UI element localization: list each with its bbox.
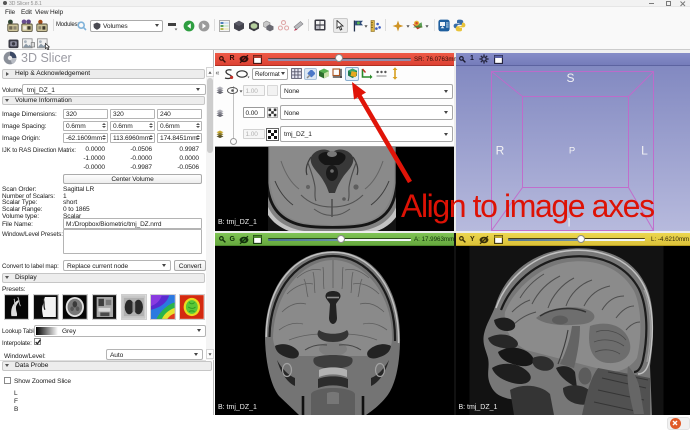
svg-text:S: S [566, 71, 574, 85]
svg-text:L: L [641, 143, 648, 157]
svg-text:I: I [567, 215, 570, 229]
svg-text:R: R [495, 143, 504, 157]
svg-text:P: P [568, 145, 574, 156]
